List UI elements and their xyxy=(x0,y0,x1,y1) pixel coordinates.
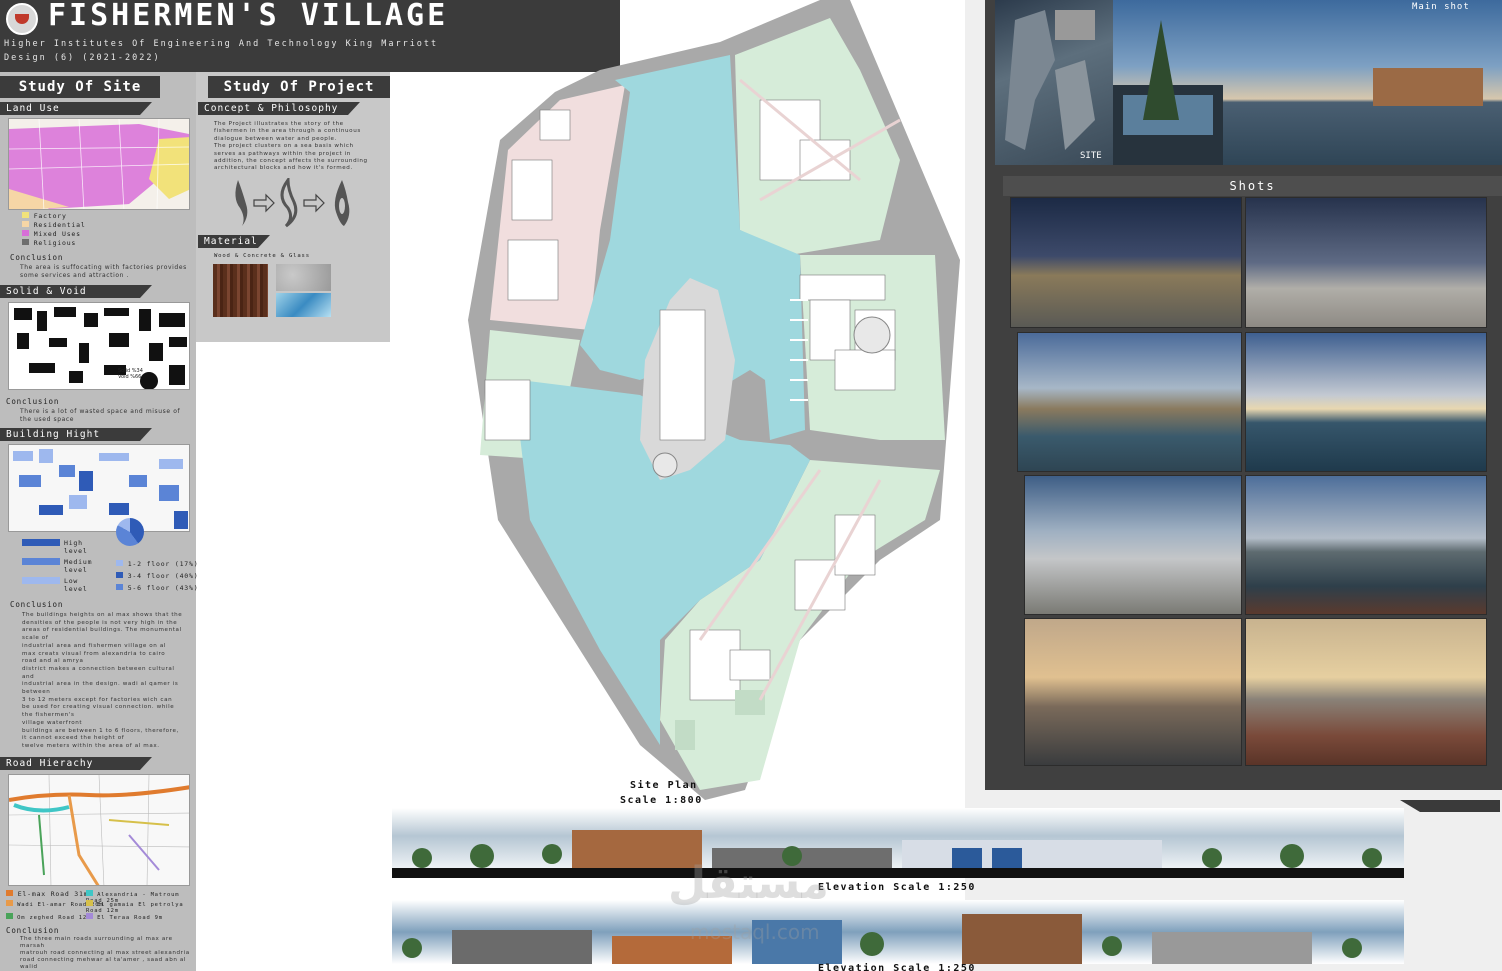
page-title: FISHERMEN'S VILLAGE xyxy=(48,0,449,33)
shot-2 xyxy=(1245,197,1487,328)
concrete-texture xyxy=(276,264,331,291)
height-conclusion-line: max creats visual from alexandria to cai… xyxy=(22,650,166,657)
material-text: Wood & Concrete & Glass xyxy=(214,253,310,259)
height-conclusion-line: road and al amrya xyxy=(22,658,84,665)
shot-8 xyxy=(1245,618,1487,766)
height-conclusion: The buildings heights on al max shows th… xyxy=(22,612,194,751)
road-conclusion-heading: Conclusion xyxy=(6,926,60,935)
building-height-map xyxy=(8,444,190,532)
concept-line: architectural blocks and how it's formed… xyxy=(214,165,353,172)
road-hierarchy-map xyxy=(8,774,190,886)
height-conclusion-line: 3 to 12 meters except for factories wich… xyxy=(22,696,173,703)
height-conclusion-line: be used for creating visual connection. … xyxy=(22,704,175,711)
height-conclusion-line: district makes a connection between cult… xyxy=(22,665,175,672)
watermark-logo: مستقل xyxy=(668,858,829,909)
legend-swatch-factory xyxy=(22,212,29,218)
floors-legend: 1-2 floor (17%) 3-4 floor (40%) 5-6 floo… xyxy=(116,558,198,594)
height-conclusion-line: scale of xyxy=(22,635,49,642)
road-conclusion-line: matrouh road connecting al max street al… xyxy=(20,950,190,956)
concept-line: fishermen in the area through a continuo… xyxy=(214,128,361,135)
road-conclusion-line: road connecting mehwar al ta'amer , saad… xyxy=(20,957,187,963)
concept-line: addition, the concept affects the surrou… xyxy=(214,158,368,165)
concept-diagram xyxy=(228,175,358,228)
road-conclusion-line: The three main roads surrounding al max … xyxy=(20,936,173,949)
elevation-1 xyxy=(392,808,1404,878)
height-conclusion-line: the fishermen's xyxy=(22,712,75,719)
decor-stripe xyxy=(1400,800,1500,812)
concept-line: dialogue between water and people. xyxy=(214,135,337,142)
watermark-url: mostaql.com xyxy=(690,920,820,944)
glass-texture xyxy=(276,293,331,317)
elevation-2 xyxy=(392,900,1404,964)
solid-void-map xyxy=(8,302,190,390)
height-conclusion-line: it cannot exceed the height of xyxy=(22,735,125,742)
height-conclusion-line: industrial area in the design. wadi al q… xyxy=(22,681,179,688)
main-shot-label: Main shot xyxy=(1412,2,1470,12)
site-aerial-image xyxy=(995,0,1113,165)
main-shot-image xyxy=(1113,0,1502,165)
land-use-heading: Land Use xyxy=(0,102,152,115)
subtitle-institute: Higher Institutes Of Engineering And Tec… xyxy=(4,39,439,49)
height-conclusion-line: densities of the people is not very high… xyxy=(22,619,178,626)
shot-7 xyxy=(1024,618,1242,766)
site-plan-scale: Scale 1:800 xyxy=(620,795,703,806)
concept-line: serves as pathways within the project in xyxy=(214,150,351,157)
building-height-heading: Building Hight xyxy=(0,428,152,441)
land-use-legend: Factory Residential Mixed Uses Religious xyxy=(22,212,86,248)
legend-swatch-low xyxy=(22,577,60,584)
site-image-label: SITE xyxy=(1080,151,1102,161)
subtitle-course: Design (6) (2021-2022) xyxy=(4,53,161,63)
material-heading: Material xyxy=(198,235,270,248)
concept-text: The Project illustrates the story of the… xyxy=(214,121,386,173)
site-plan-drawing xyxy=(440,0,960,820)
solid-void-map-labels: Solid %34 Void %66 xyxy=(118,368,143,380)
study-of-site-heading: Study Of Site xyxy=(0,76,160,98)
wood-texture xyxy=(213,264,268,317)
study-of-project-heading: Study Of Project xyxy=(208,76,390,98)
solid-void-conclusion-heading: Conclusion xyxy=(6,397,60,406)
land-use-conclusion-heading: Conclusion xyxy=(10,253,64,262)
road-legend: El-max Road 31m Alexandria - Matroum Roa… xyxy=(6,890,196,923)
road-conclusion: The three main roads surrounding al max … xyxy=(20,936,196,971)
height-conclusion-line: twelve meters within the area of al max. xyxy=(22,742,160,749)
solid-void-heading: Solid & Void xyxy=(0,285,152,298)
legend-swatch-medium xyxy=(22,558,60,565)
concept-line: The project clusters on a sea basis whic… xyxy=(214,143,354,150)
concept-heading: Concept & Philosophy xyxy=(198,102,360,115)
shots-heading: Shots xyxy=(1003,176,1502,196)
shot-6 xyxy=(1245,475,1487,615)
logo-icon xyxy=(6,3,38,35)
floors-pie-chart xyxy=(116,518,144,546)
road-conclusion-line: walid xyxy=(20,964,38,970)
legend-swatch-residential xyxy=(22,221,29,227)
solid-void-conclusion: There is a lot of wasted space and misus… xyxy=(20,408,181,423)
shot-3 xyxy=(1017,332,1242,472)
shot-1 xyxy=(1010,197,1242,328)
height-conclusion-line: between xyxy=(22,689,51,696)
height-conclusion-line: areas of residential buildings. The monu… xyxy=(22,627,182,634)
height-conclusion-line: and xyxy=(22,673,35,680)
shot-5 xyxy=(1024,475,1242,615)
height-conclusion-line: buildings are between 1 to 6 floors, the… xyxy=(22,727,179,734)
height-conclusion-line: industrial area and fishermen village on… xyxy=(22,642,167,649)
height-conclusion-line: village waterfront xyxy=(22,719,83,726)
legend-swatch-high xyxy=(22,539,60,546)
legend-swatch-religious xyxy=(22,239,29,245)
land-use-map xyxy=(8,118,190,210)
elevation-1-caption: Elevation Scale 1:250 xyxy=(818,882,976,893)
road-hierarchy-heading: Road Hierachy xyxy=(0,757,152,770)
height-conclusion-line: The buildings heights on al max shows th… xyxy=(22,612,183,618)
land-use-conclusion: The area is suffocating with factories p… xyxy=(20,264,187,279)
height-conclusion-heading: Conclusion xyxy=(10,600,64,609)
site-plan-caption: Site Plan xyxy=(630,780,698,791)
elevation-2-caption: Elevation Scale 1:250 xyxy=(818,963,976,971)
concept-line: The Project illustrates the story of the xyxy=(214,121,344,127)
shot-4 xyxy=(1245,332,1487,472)
legend-swatch-mixed xyxy=(22,230,29,236)
